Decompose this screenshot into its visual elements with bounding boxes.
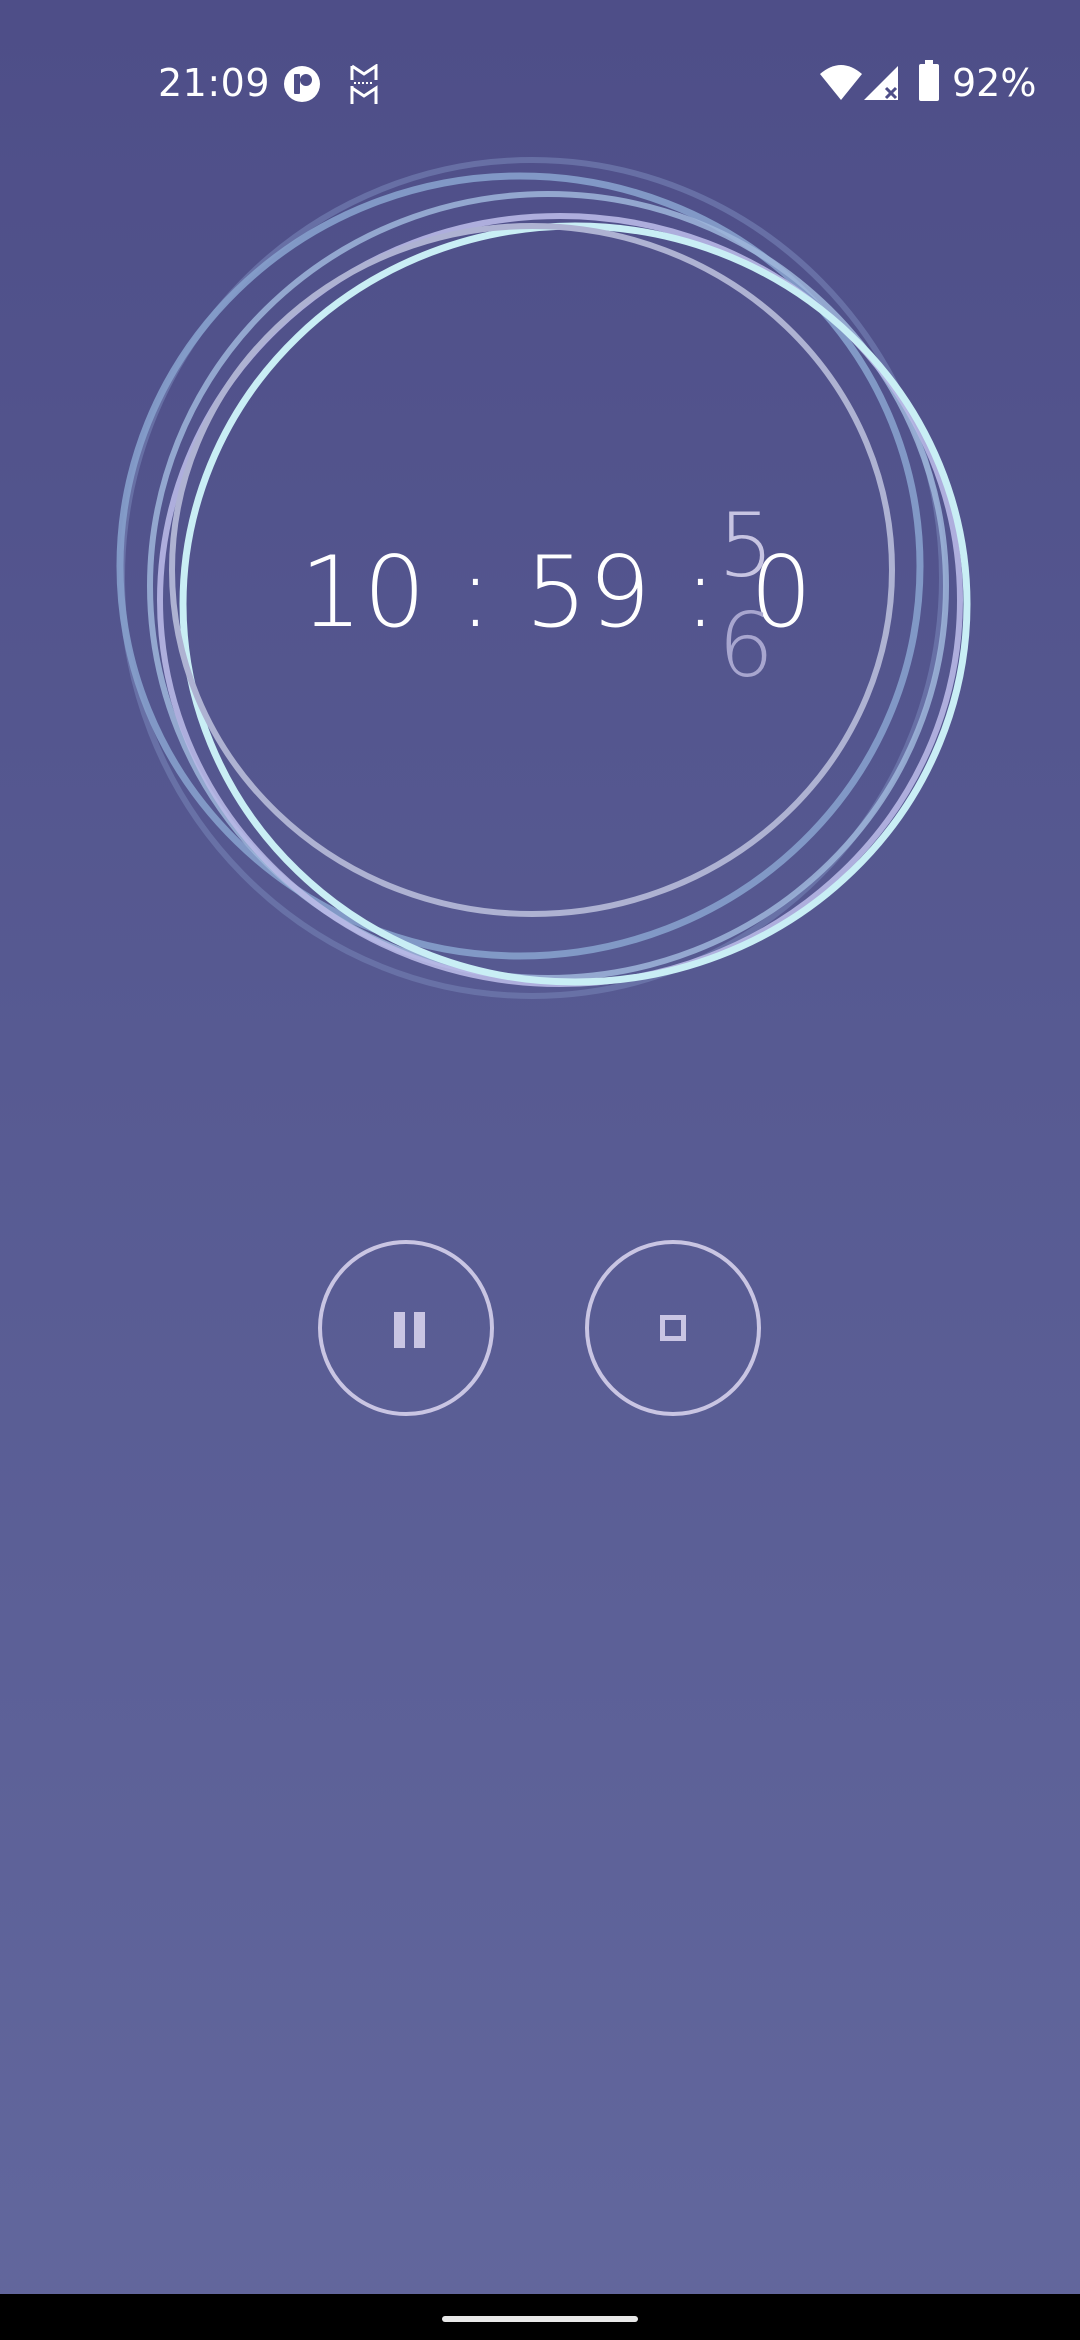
home-gesture-handle[interactable] bbox=[442, 2316, 638, 2322]
pause-bar-left bbox=[394, 1312, 405, 1348]
pause-icon bbox=[394, 1312, 426, 1348]
pause-button[interactable] bbox=[318, 1240, 494, 1416]
stop-icon bbox=[660, 1315, 686, 1341]
navigation-bar bbox=[0, 2294, 1080, 2340]
timer-rolling-digit-current: 5 bbox=[718, 494, 774, 597]
timer-rolling-digit-next: 6 bbox=[718, 594, 774, 697]
pause-bar-right bbox=[414, 1312, 425, 1348]
stop-button[interactable] bbox=[585, 1240, 761, 1416]
timer-display: 10 : 59 : 0 5 6 bbox=[300, 496, 820, 696]
